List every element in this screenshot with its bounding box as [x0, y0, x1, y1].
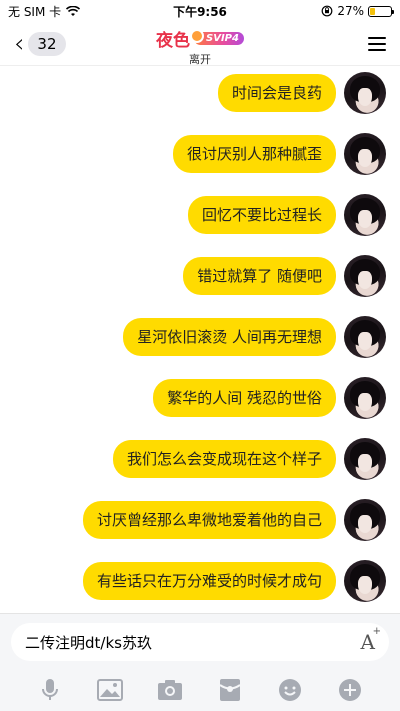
menu-icon[interactable]: [368, 36, 386, 51]
svip-label: SVIP4: [206, 33, 239, 44]
battery-percent: 27%: [337, 4, 364, 18]
avatar[interactable]: [344, 499, 386, 541]
message-row: 很讨厌别人那种腻歪: [172, 133, 386, 175]
message-row: 有些话只在万分难受的时候才成句: [82, 560, 386, 602]
message-bubble[interactable]: 时间会是良药: [217, 74, 336, 112]
rotation-lock-icon: [321, 5, 333, 17]
status-right: 27%: [321, 4, 394, 18]
avatar[interactable]: [344, 133, 386, 175]
red-packet-icon[interactable]: [215, 675, 245, 705]
contact-name: 夜色: [156, 31, 191, 51]
input-toolbar: [0, 670, 400, 710]
message-row: 繁华的人间 残忍的世俗: [153, 377, 386, 419]
emoji-icon[interactable]: [275, 675, 305, 705]
status-left: 无 SIM 卡: [8, 3, 81, 20]
message-bubble[interactable]: 回忆不要比过程长: [187, 196, 336, 234]
font-style-icon[interactable]: A +: [361, 626, 381, 654]
chevron-left-icon: ‹: [14, 28, 25, 59]
unread-count-badge: 32: [28, 31, 66, 56]
avatar[interactable]: [344, 255, 386, 297]
message-row: 讨厌曾经那么卑微地爱着他的自己: [82, 499, 386, 541]
message-bubble[interactable]: 有些话只在万分难受的时候才成句: [82, 562, 336, 600]
message-bubble[interactable]: 星河依旧滚烫 人间再无理想: [123, 318, 336, 356]
message-row: 回忆不要比过程长: [187, 194, 386, 236]
message-input-text[interactable]: 二传注明dt/ks苏玖: [25, 632, 361, 653]
avatar[interactable]: [344, 560, 386, 602]
nav-bar: ‹ 32 夜色 SVIP4 离开: [0, 22, 400, 66]
microphone-icon[interactable]: [35, 675, 65, 705]
message-bubble[interactable]: 繁华的人间 残忍的世俗: [153, 379, 336, 417]
message-bubble[interactable]: 很讨厌别人那种腻歪: [172, 135, 336, 173]
crown-icon: [190, 29, 205, 43]
wifi-icon: [66, 5, 81, 16]
avatar[interactable]: [344, 194, 386, 236]
status-bar: 无 SIM 卡 下午9:56 27%: [0, 0, 400, 22]
svip-badge: SVIP4: [190, 29, 244, 45]
image-icon[interactable]: [95, 675, 125, 705]
message-bubble[interactable]: 我们怎么会变成现在这个样子: [112, 440, 336, 478]
carrier-text: 无 SIM 卡: [8, 4, 62, 19]
avatar[interactable]: [344, 438, 386, 480]
message-bubble[interactable]: 错过就算了 随便吧: [183, 257, 336, 295]
title-row: 夜色 SVIP4: [156, 26, 244, 51]
message-row: 星河依旧滚烫 人间再无理想: [123, 316, 386, 358]
plus-icon[interactable]: [335, 675, 365, 705]
chat-area[interactable]: 时间会是良药很讨厌别人那种腻歪回忆不要比过程长 错过就算了 随便吧星河依旧滚烫 人…: [0, 67, 400, 613]
input-area: 二传注明dt/ks苏玖 A +: [0, 613, 400, 711]
battery-icon: [368, 5, 394, 17]
avatar[interactable]: [344, 316, 386, 358]
camera-icon[interactable]: [155, 675, 185, 705]
message-bubble[interactable]: 讨厌曾经那么卑微地爱着他的自己: [82, 501, 336, 539]
avatar[interactable]: [344, 377, 386, 419]
back-button[interactable]: ‹ 32: [14, 31, 66, 57]
message-row: 错过就算了 随便吧: [183, 255, 386, 297]
avatar[interactable]: [344, 72, 386, 114]
message-input[interactable]: 二传注明dt/ks苏玖 A +: [11, 623, 389, 661]
message-row: 我们怎么会变成现在这个样子: [112, 438, 386, 480]
message-row: 时间会是良药: [217, 72, 386, 114]
battery-fill: [370, 7, 376, 15]
